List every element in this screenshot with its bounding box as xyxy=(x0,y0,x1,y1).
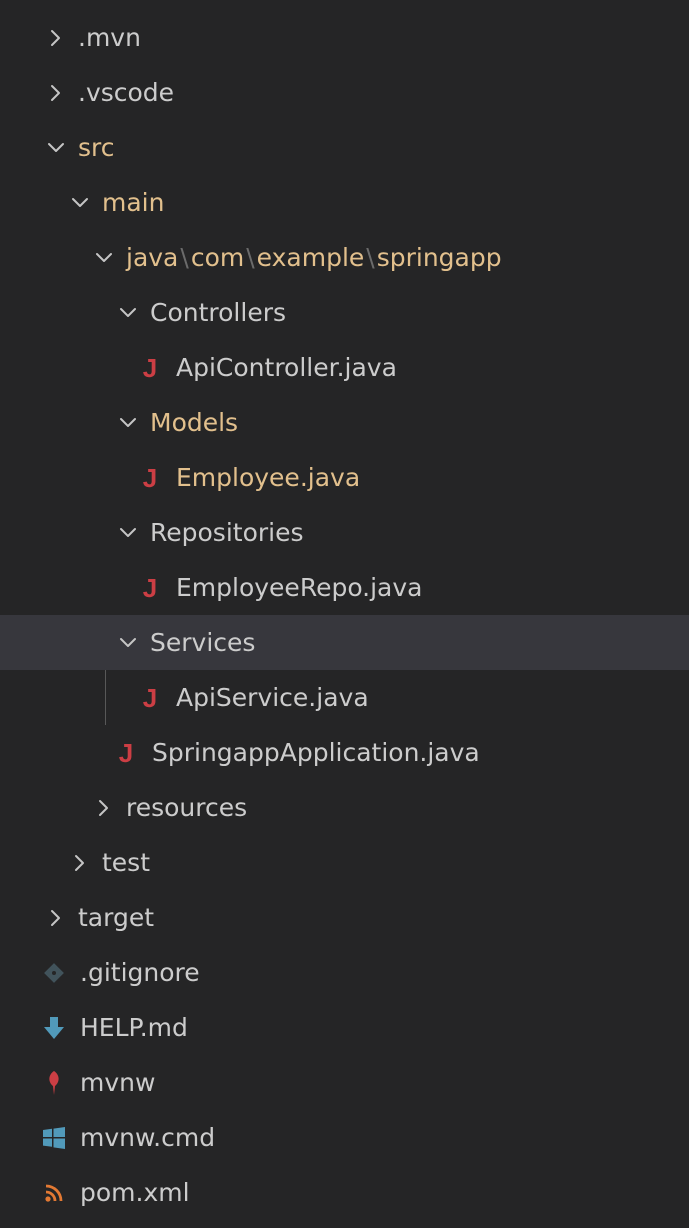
tree-item-label: mvnw.cmd xyxy=(80,1123,216,1152)
tree-folder-test[interactable]: test xyxy=(0,835,689,890)
markdown-arrow-icon xyxy=(42,1014,66,1042)
tree-item-label: Services xyxy=(150,628,256,657)
tree-item-label: Repositories xyxy=(150,518,304,547)
tree-folder-src[interactable]: src xyxy=(0,120,689,175)
java-icon: J xyxy=(142,462,158,493)
tree-item-label: mvnw xyxy=(80,1068,156,1097)
chevron-right-icon[interactable] xyxy=(94,798,114,818)
tree-item-label: src xyxy=(78,133,115,162)
tree-item-label: Controllers xyxy=(150,298,286,327)
tree-file-employeerepo-java[interactable]: J EmployeeRepo.java xyxy=(0,560,689,615)
java-icon: J xyxy=(118,737,134,768)
path-segment[interactable]: example xyxy=(257,243,365,272)
chevron-down-icon[interactable] xyxy=(118,303,138,323)
chevron-down-icon[interactable] xyxy=(118,413,138,433)
tree-item-label: target xyxy=(78,903,155,932)
tree-folder-target[interactable]: target xyxy=(0,890,689,945)
tree-item-label: HELP.md xyxy=(80,1013,188,1042)
chevron-right-icon[interactable] xyxy=(46,908,66,928)
tree-file-mvnw-cmd[interactable]: mvnw.cmd xyxy=(0,1110,689,1165)
rss-feed-icon xyxy=(42,1179,66,1207)
chevron-down-icon[interactable] xyxy=(70,193,90,213)
tree-folder-vscode[interactable]: .vscode xyxy=(0,65,689,120)
tree-item-label: .gitignore xyxy=(80,958,200,987)
tree-folder-controllers[interactable]: Controllers xyxy=(0,285,689,340)
tree-folder-mvn[interactable]: .mvn xyxy=(0,10,689,65)
tree-item-label: pom.xml xyxy=(80,1178,190,1207)
tree-item-label: ApiService.java xyxy=(176,683,369,712)
git-diamond-icon xyxy=(42,959,66,987)
tree-file-pom-xml[interactable]: pom.xml xyxy=(0,1165,689,1220)
tree-folder-services[interactable]: Services xyxy=(0,615,689,670)
tree-item-label: .vscode xyxy=(78,78,175,107)
tree-file-gitignore[interactable]: .gitignore xyxy=(0,945,689,1000)
chevron-right-icon[interactable] xyxy=(46,83,66,103)
indent-guide xyxy=(105,670,106,725)
tree-item-label: SpringappApplication.java xyxy=(152,738,480,767)
path-separator: \ xyxy=(246,243,255,272)
path-segment[interactable]: com xyxy=(191,243,244,272)
java-icon: J xyxy=(142,352,158,383)
chevron-down-icon[interactable] xyxy=(46,138,66,158)
tree-folder-main[interactable]: main xyxy=(0,175,689,230)
tree-item-label: test xyxy=(102,848,151,877)
tree-item-label: resources xyxy=(126,793,248,822)
tree-item-label: ApiController.java xyxy=(176,353,397,382)
path-segment[interactable]: springapp xyxy=(377,243,502,272)
maven-feather-icon xyxy=(42,1069,66,1097)
java-icon: J xyxy=(142,572,158,603)
windows-icon xyxy=(42,1124,66,1152)
tree-file-mvnw[interactable]: mvnw xyxy=(0,1055,689,1110)
tree-file-apicontroller-java[interactable]: J ApiController.java xyxy=(0,340,689,395)
tree-item-label: EmployeeRepo.java xyxy=(176,573,423,602)
chevron-down-icon[interactable] xyxy=(94,248,114,268)
tree-folder-models[interactable]: Models xyxy=(0,395,689,450)
tree-folder-resources[interactable]: resources xyxy=(0,780,689,835)
chevron-down-icon[interactable] xyxy=(118,523,138,543)
path-segment[interactable]: java xyxy=(126,243,178,272)
tree-item-label: main xyxy=(102,188,165,217)
tree-folder-java-com-example-springapp[interactable]: java\com\example\springapp xyxy=(0,230,689,285)
tree-item-label: java\com\example\springapp xyxy=(126,245,502,270)
tree-file-help-md[interactable]: HELP.md xyxy=(0,1000,689,1055)
path-separator: \ xyxy=(180,243,189,272)
tree-file-apiservice-java[interactable]: J ApiService.java xyxy=(0,670,689,725)
tree-file-springappapplication-java[interactable]: J SpringappApplication.java xyxy=(0,725,689,780)
file-explorer-tree: .mvn .vscode src main java\com\example\sprin… xyxy=(0,10,689,1220)
chevron-down-icon[interactable] xyxy=(118,633,138,653)
tree-item-label: Models xyxy=(150,408,239,437)
tree-folder-repositories[interactable]: Repositories xyxy=(0,505,689,560)
chevron-right-icon[interactable] xyxy=(70,853,90,873)
java-icon: J xyxy=(142,682,158,713)
tree-item-label: Employee.java xyxy=(176,463,361,492)
tree-file-employee-java[interactable]: J Employee.java xyxy=(0,450,689,505)
chevron-right-icon[interactable] xyxy=(46,28,66,48)
tree-item-label: .mvn xyxy=(78,23,141,52)
path-separator: \ xyxy=(366,243,375,272)
